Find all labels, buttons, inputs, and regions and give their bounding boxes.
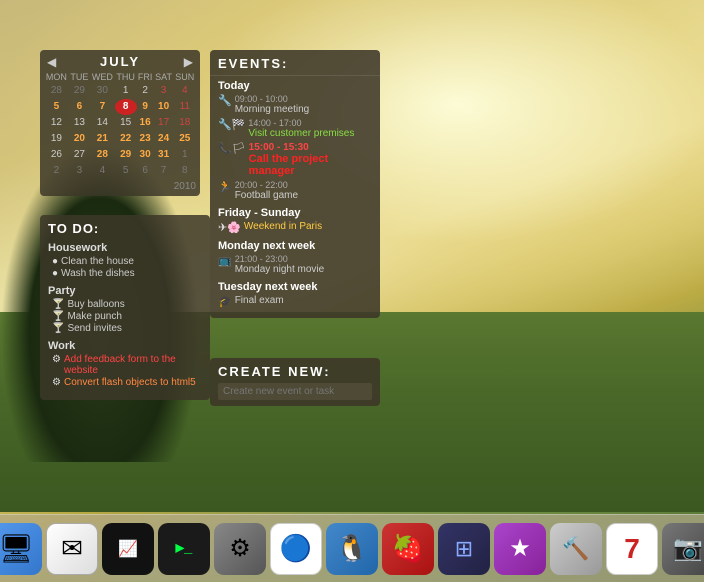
calendar-prev-button[interactable]: ◀ (44, 55, 59, 69)
dock-icon-tweetbot[interactable]: 🐧 (326, 523, 378, 575)
todo-item-text: Wash the dishes (61, 268, 135, 279)
dock-icon-screens[interactable]: ⊞ (438, 523, 490, 575)
event-name: Weekend in Paris (244, 221, 322, 232)
event-time: 14:00 - 17:00 (248, 118, 354, 128)
event-day-tuesday: Tuesday next week (218, 281, 372, 293)
runner-icon: 🏃 (218, 180, 232, 193)
todo-item-text: Make punch (67, 311, 121, 322)
drink-icon: 🍸 (52, 311, 64, 322)
event-item: 🔧🏁 14:00 - 17:00 Visit customer premises (218, 118, 372, 139)
list-item: ⚙ Convert flash objects to html5 (48, 377, 202, 388)
create-new-input[interactable] (218, 383, 372, 400)
event-group-monday: Monday next week 📺 21:00 - 23:00 Monday … (218, 240, 372, 275)
dock-icon-camera[interactable]: 📷 (662, 523, 704, 575)
graduation-icon: 🎓 (218, 295, 232, 308)
list-item: 🍸 Make punch (48, 311, 202, 322)
event-time: 20:00 - 22:00 (235, 180, 298, 190)
event-name: Final exam (235, 295, 284, 306)
dock-icon-quicksilver[interactable]: ★ (494, 523, 546, 575)
drink-icon: 🍸 (52, 299, 64, 310)
calendar-year: 2010 (44, 181, 196, 192)
dock-icon-mail[interactable]: ✉ (46, 523, 98, 575)
event-item: 📞🏳 15:00 - 15:30 Call the project manage… (218, 142, 372, 177)
tv-icon: 📺 (218, 254, 232, 267)
dock-icon-xcode[interactable]: 🔨 (550, 523, 602, 575)
events-panel: EVENTS: Today 🔧 09:00 - 10:00 Morning me… (210, 50, 380, 318)
event-day-monday: Monday next week (218, 240, 372, 252)
create-new-header: CREATE NEW: (218, 364, 372, 379)
calendar-widget: ◀ JULY ▶ MONTUEWEDTHUFRISATSUN 282930123… (40, 50, 200, 196)
event-name: Football game (235, 190, 298, 201)
party-heading: Party (48, 285, 202, 297)
plane-flower-icon: ✈🌸 (218, 221, 241, 234)
dock-icon-fantastical[interactable]: 7 (606, 523, 658, 575)
dock-icon-strawberry[interactable]: 🍓 (382, 523, 434, 575)
event-name: Call the project manager (249, 153, 372, 177)
calendar-title: JULY (59, 54, 181, 69)
todo-item-text: Convert flash objects to html5 (64, 377, 196, 388)
dock-icon-activity-monitor[interactable]: 📈 (102, 523, 154, 575)
list-item: 🍸 Send invites (48, 323, 202, 334)
todo-widget: TO DO: Housework ● Clean the house ● Was… (40, 215, 210, 400)
dock-icon-chrome[interactable]: 🔵 (270, 523, 322, 575)
bullet-icon: ● (52, 268, 58, 279)
dock-icon-finder[interactable]: 🖥 (0, 523, 42, 575)
event-name: Morning meeting (235, 104, 309, 115)
dock-icon-system-preferences[interactable]: ⚙ (214, 523, 266, 575)
event-time: 21:00 - 23:00 (235, 254, 325, 264)
event-group-tuesday: Tuesday next week 🎓 Final exam (218, 281, 372, 308)
bullet-icon: ● (52, 256, 58, 267)
tool-flag-icon: 🔧🏁 (218, 118, 245, 131)
todo-item-text: Send invites (67, 323, 121, 334)
gear-icon: ⚙ (52, 354, 61, 365)
event-item: 🔧 09:00 - 10:00 Morning meeting (218, 94, 372, 115)
list-item: ⚙ Add feedback form to the website (48, 354, 202, 376)
calendar-grid: MONTUEWEDTHUFRISATSUN 282930123456789101… (44, 71, 196, 179)
event-group-today: Today 🔧 09:00 - 10:00 Morning meeting 🔧🏁… (218, 80, 372, 201)
list-item: ● Clean the house (48, 256, 202, 267)
create-new-panel: CREATE NEW: (210, 358, 380, 406)
todo-title: TO DO: (48, 221, 202, 236)
list-item: ● Wash the dishes (48, 268, 202, 279)
dock: 🖥 ✉ 📈 ▶_ ⚙ 🔵 🐧 🍓 ⊞ ★ 🔨 7 📷 (0, 514, 704, 582)
event-item: ✈🌸 Weekend in Paris (218, 221, 372, 234)
event-item: 🎓 Final exam (218, 295, 372, 308)
event-group-friday: Friday - Sunday ✈🌸 Weekend in Paris (218, 207, 372, 234)
work-section: Work ⚙ Add feedback form to the website … (48, 340, 202, 388)
gear-icon: ⚙ (52, 377, 61, 388)
event-item: 📺 21:00 - 23:00 Monday night movie (218, 254, 372, 275)
todo-item-text: Clean the house (61, 256, 134, 267)
events-header: EVENTS: (210, 50, 380, 76)
event-name: Monday night movie (235, 264, 325, 275)
dock-icon-terminal[interactable]: ▶_ (158, 523, 210, 575)
todo-item-text: Buy balloons (67, 299, 124, 310)
event-day-today: Today (218, 80, 372, 92)
calendar-next-button[interactable]: ▶ (181, 55, 196, 69)
event-time: 15:00 - 15:30 (249, 142, 372, 153)
todo-item-text: Add feedback form to the website (64, 354, 202, 376)
event-day-friday: Friday - Sunday (218, 207, 372, 219)
phone-flag-icon: 📞🏳 (218, 142, 246, 155)
drink-icon: 🍸 (52, 323, 64, 334)
housework-heading: Housework (48, 242, 202, 254)
list-item: 🍸 Buy balloons (48, 299, 202, 310)
housework-section: Housework ● Clean the house ● Wash the d… (48, 242, 202, 279)
wrench-icon: 🔧 (218, 94, 232, 107)
event-name: Visit customer premises (248, 128, 354, 139)
work-heading: Work (48, 340, 202, 352)
party-section: Party 🍸 Buy balloons 🍸 Make punch 🍸 Send… (48, 285, 202, 334)
event-item: 🏃 20:00 - 22:00 Football game (218, 180, 372, 201)
event-time: 09:00 - 10:00 (235, 94, 309, 104)
